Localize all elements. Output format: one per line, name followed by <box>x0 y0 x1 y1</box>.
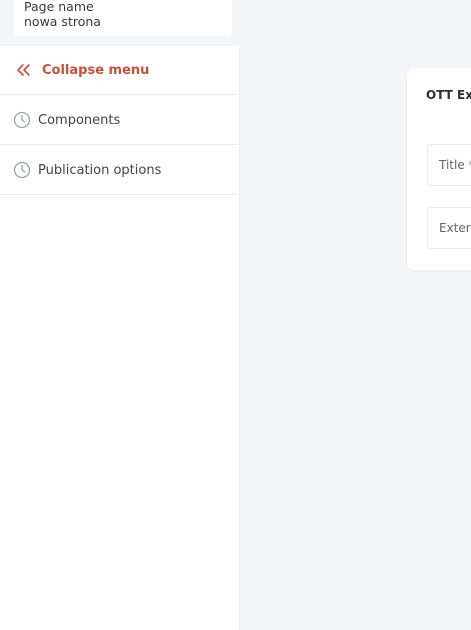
content-card: OTT Exte Title * Extern <box>407 68 471 270</box>
clock-icon <box>12 160 32 180</box>
double-chevron-left-icon <box>14 60 34 80</box>
title-field[interactable]: Title * <box>427 144 471 186</box>
sidebar-item-label: Publication options <box>38 162 162 178</box>
card-title: OTT Exte <box>426 88 471 102</box>
sidebar-item-label: Components <box>38 112 121 128</box>
sidebar-item-components[interactable]: Components <box>0 96 238 145</box>
collapse-menu-button[interactable]: Collapse menu <box>0 46 238 95</box>
external-field-label: Extern <box>439 221 471 235</box>
collapse-menu-label: Collapse menu <box>42 62 150 78</box>
clock-icon <box>12 110 32 130</box>
sidebar-item-publication-options[interactable]: Publication options <box>0 146 238 195</box>
external-field[interactable]: Extern <box>427 207 471 249</box>
page-name-label: Page name <box>24 0 94 14</box>
page-name-field[interactable]: Page name nowa strona <box>14 0 232 36</box>
page-name-value[interactable]: nowa strona <box>24 15 222 29</box>
title-field-label: Title * <box>439 158 471 172</box>
